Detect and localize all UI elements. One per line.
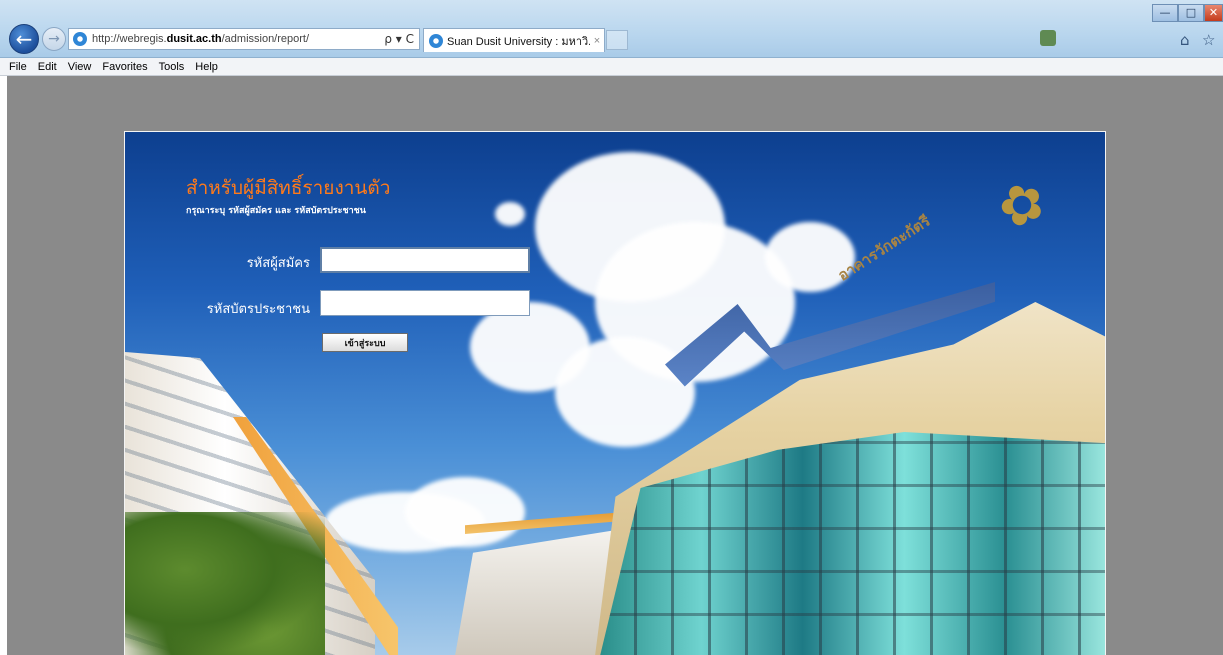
menu-favorites[interactable]: Favorites: [102, 61, 147, 73]
applicant-id-label: รหัสผู้สมัคร: [246, 256, 310, 271]
menu-tools[interactable]: Tools: [159, 61, 185, 73]
applicant-id-input[interactable]: [320, 247, 530, 273]
address-bar[interactable]: http://webregis.dusit.ac.th/admission/re…: [68, 28, 420, 50]
national-id-label: รหัสบัตรประชาชน: [206, 302, 310, 317]
trees: [125, 512, 325, 655]
tab-title: Suan Dusit University : มหาวิ...: [447, 35, 590, 48]
forward-arrow-icon[interactable]: →: [42, 27, 66, 51]
menu-edit[interactable]: Edit: [38, 61, 57, 73]
cloud-shape: [555, 337, 695, 447]
window-close-button[interactable]: ✕: [1204, 4, 1223, 22]
home-icon[interactable]: ⌂: [1180, 31, 1190, 49]
menu-file[interactable]: File: [9, 61, 27, 73]
login-title: สำหรับผู้มีสิทธิ์รายงานตัว: [186, 177, 391, 199]
favorites-star-icon[interactable]: ☆: [1202, 31, 1215, 49]
university-emblem-icon: ✿: [987, 166, 1056, 243]
ie-tab-icon: [429, 33, 443, 48]
browser-tab-active[interactable]: Suan Dusit University : มหาวิ... ×: [423, 28, 605, 52]
address-url[interactable]: http://webregis.dusit.ac.th/admission/re…: [92, 33, 354, 45]
window-maximize-button[interactable]: □: [1178, 4, 1204, 22]
cloud-shape: [495, 202, 525, 226]
login-subtitle: กรุณาระบุ รหัสผู้สมัคร และ รหัสบัตรประชา…: [186, 206, 366, 216]
back-arrow-icon[interactable]: ←: [9, 24, 39, 54]
menu-view[interactable]: View: [68, 61, 92, 73]
login-button[interactable]: เข้าสู่ระบบ: [322, 333, 408, 352]
ie-logo-icon: [73, 32, 87, 46]
cloud-shape: [405, 477, 525, 547]
new-tab-button[interactable]: [606, 30, 628, 50]
tab-close-icon[interactable]: ×: [590, 35, 604, 47]
page-left-edge: [0, 76, 7, 655]
toolbar-extension-icon[interactable]: [1040, 30, 1056, 46]
address-tools[interactable]: ρ ▾ C: [354, 32, 419, 46]
menu-bar: File Edit View Favorites Tools Help: [0, 58, 1223, 76]
national-id-input[interactable]: [320, 290, 530, 316]
menu-help[interactable]: Help: [195, 61, 218, 73]
window-minimize-button[interactable]: —: [1152, 4, 1178, 22]
browser-titlebar: ← → http://webregis.dusit.ac.th/admissio…: [0, 0, 1223, 58]
